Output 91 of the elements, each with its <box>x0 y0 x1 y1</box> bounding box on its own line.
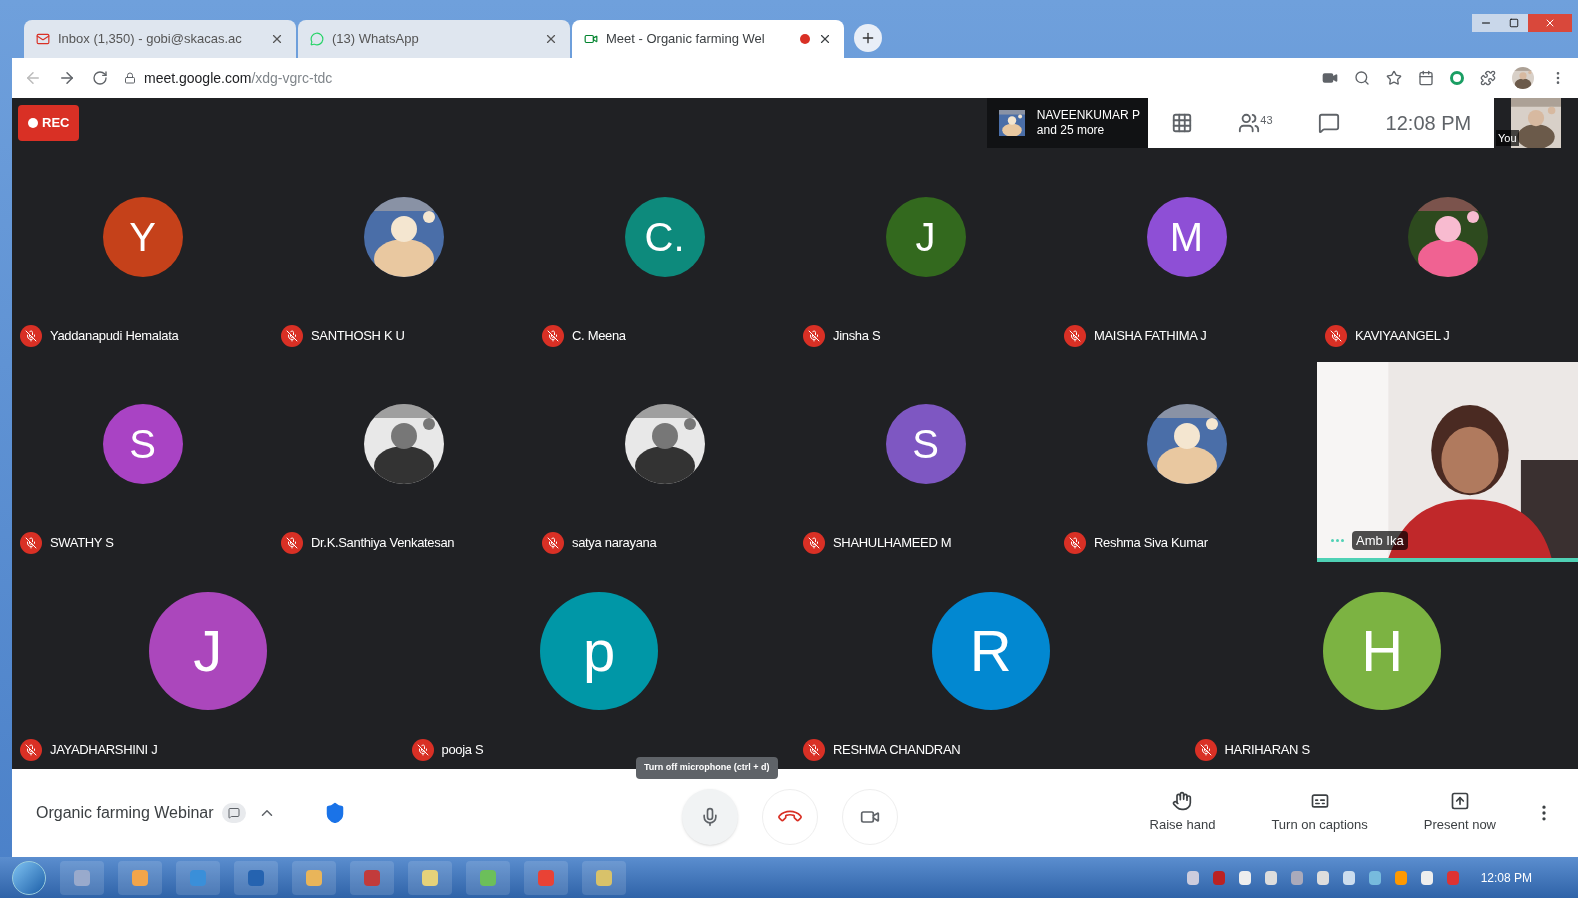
reload-icon[interactable] <box>92 70 108 86</box>
tab-title: (13) WhatsApp <box>332 30 420 49</box>
self-label: You <box>1496 129 1519 146</box>
avatar: R <box>931 591 1050 710</box>
profile-avatar[interactable] <box>1512 67 1534 89</box>
participant-name: Amb Ika <box>1352 530 1408 550</box>
camera-icon[interactable] <box>1322 70 1338 86</box>
participant-name: MAISHA FATHIMA J <box>1094 327 1207 346</box>
minimize-button[interactable] <box>1472 14 1500 32</box>
action-button[interactable]: Raise hand <box>1141 791 1224 835</box>
participant-name: HARIHARAN S <box>1224 741 1310 760</box>
taskbar-clock: 12:08 PM <box>1480 869 1532 887</box>
participant-name: SHAHULHAMEED M <box>833 534 952 553</box>
meeting-time: 12:08 PM <box>1385 111 1472 136</box>
mail-icon <box>36 32 50 46</box>
maximize-button[interactable] <box>1500 14 1528 32</box>
avatar: M <box>1146 196 1227 277</box>
tooltip: Turn off microphone (ctrl + d) <box>636 757 778 779</box>
avatar: S <box>885 403 966 484</box>
participant-name: Reshma Siva Kumar <box>1094 534 1208 553</box>
participant-name: KAVIYAANGEL J <box>1355 327 1450 346</box>
close-tab-icon[interactable] <box>544 32 558 46</box>
maximize-icon <box>1509 18 1519 28</box>
microphone-icon <box>700 807 720 827</box>
tab-title: Meet - Organic farming Wel <box>606 30 766 49</box>
chat-icon <box>310 32 324 46</box>
tab-title: Inbox (1,350) - gobi@skacas.ac <box>58 30 243 49</box>
extension-icon[interactable] <box>1450 71 1464 85</box>
avatar: C. <box>624 196 705 277</box>
taskbar-app-icon[interactable] <box>582 860 626 895</box>
presenter-more: and 25 more <box>1036 123 1106 138</box>
avatar: J <box>885 196 966 277</box>
taskbar-app-icon[interactable] <box>292 860 336 895</box>
participant-name: Dr.K.Santhiya Venkatesan <box>311 534 455 553</box>
action-button[interactable]: Present now <box>1415 791 1504 835</box>
tray-icon[interactable] <box>1264 870 1277 885</box>
participant-name: pooja S <box>441 741 484 760</box>
tray-icon[interactable] <box>1394 870 1407 885</box>
participant-count: 43 <box>1260 113 1273 128</box>
layout-icon[interactable] <box>1170 112 1193 134</box>
new-tab-button[interactable] <box>854 24 882 52</box>
avatar: Y <box>102 196 183 277</box>
presenter-name: NAVEENKUMAR P <box>1036 108 1140 123</box>
participant-name: Yaddanapudi Hemalata <box>50 327 179 346</box>
captions-badge-icon[interactable] <box>221 803 246 823</box>
recording-badge: REC <box>18 105 80 141</box>
participant-name: C. Meena <box>572 327 626 346</box>
participant-name: Jinsha S <box>833 327 881 346</box>
start-button[interactable] <box>12 860 46 895</box>
tray-icon[interactable] <box>1238 870 1251 885</box>
avatar: J <box>148 591 267 710</box>
chat-icon[interactable] <box>1318 112 1341 134</box>
close-icon <box>1544 17 1556 29</box>
extensions-icon[interactable] <box>1480 70 1496 86</box>
tray-icon[interactable] <box>1420 870 1433 885</box>
browser-tab[interactable]: (13) WhatsApp <box>298 20 570 58</box>
hand-icon <box>1172 791 1193 812</box>
forward-icon[interactable] <box>58 69 76 87</box>
avatar: S <box>102 403 183 484</box>
close-tab-icon[interactable] <box>818 32 832 46</box>
participant-name: SWATHY S <box>50 534 114 553</box>
participant-name: SANTHOSH K U <box>311 327 405 346</box>
browser-tab[interactable]: Meet - Organic farming Wel <box>572 20 844 58</box>
tray-icon[interactable] <box>1290 870 1303 885</box>
participant-name: satya narayana <box>572 534 657 553</box>
tray-icon[interactable] <box>1186 870 1199 885</box>
present-icon <box>1449 791 1470 812</box>
meeting-name: Organic farming Webinar <box>36 803 214 823</box>
calendar-icon[interactable] <box>1418 70 1434 86</box>
action-button[interactable]: Turn on captions <box>1263 791 1376 835</box>
zoom-icon[interactable] <box>1354 70 1370 86</box>
close-tab-icon[interactable] <box>270 32 284 46</box>
video-icon <box>584 32 598 46</box>
back-icon[interactable] <box>24 69 42 87</box>
tray-icon[interactable] <box>1368 870 1381 885</box>
taskbar-app-icon[interactable] <box>60 860 104 895</box>
avatar: H <box>1323 591 1442 710</box>
people-icon[interactable] <box>1238 112 1261 134</box>
taskbar-app-icon[interactable] <box>118 860 162 895</box>
browser-tab[interactable]: Inbox (1,350) - gobi@skacas.ac <box>24 20 296 58</box>
taskbar-app-icon[interactable] <box>234 860 278 895</box>
plus-icon <box>860 30 876 46</box>
taskbar-app-icon[interactable] <box>408 860 452 895</box>
taskbar-app-icon[interactable] <box>466 860 510 895</box>
participant-name: JAYADHARSHINI J <box>50 741 158 760</box>
bookmark-star-icon[interactable] <box>1386 70 1402 86</box>
participant-name: RESHMA CHANDRAN <box>833 741 961 760</box>
tray-icon[interactable] <box>1316 870 1329 885</box>
avatar: p <box>540 591 659 710</box>
microphone-button[interactable] <box>682 789 738 845</box>
tray-icon[interactable] <box>1342 870 1355 885</box>
